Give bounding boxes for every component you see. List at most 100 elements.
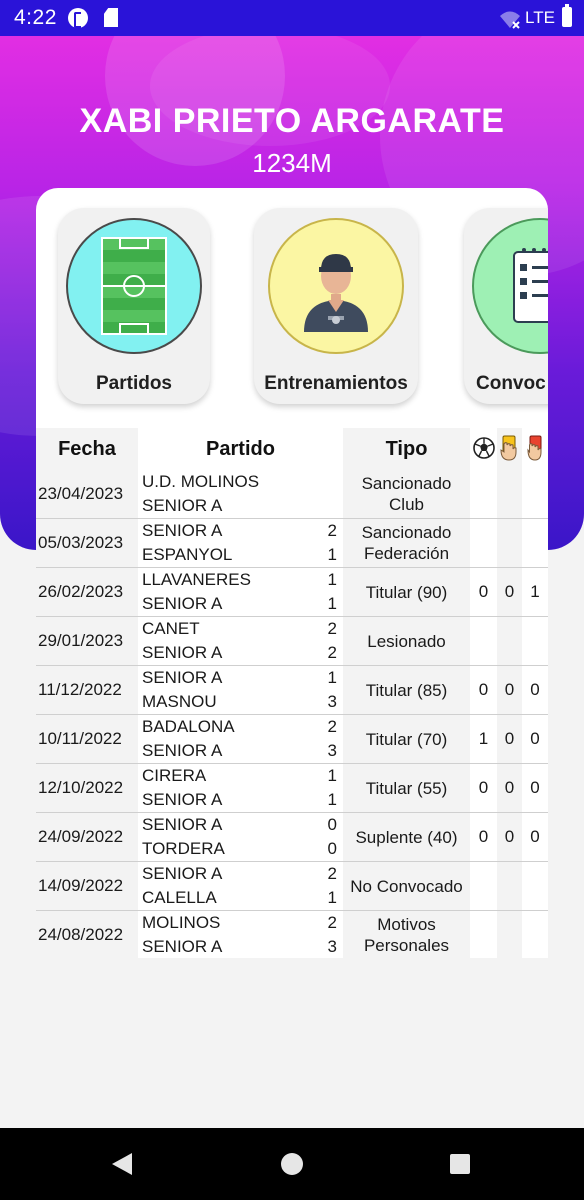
cell-partido: BADALONA SENIOR A 2 3 — [138, 715, 343, 763]
table-header: Fecha Partido Tipo — [36, 428, 548, 470]
cell-fecha: 26/02/2023 — [36, 568, 138, 616]
back-icon[interactable] — [112, 1153, 132, 1175]
menu-convocatorias-button[interactable]: Convoc — [464, 208, 548, 404]
table-row[interactable]: 24/09/2022 SENIOR A TORDERA 0 0 Suplente (40)… — [36, 813, 548, 862]
cell-fecha: 24/09/2022 — [36, 813, 138, 861]
menu-entrenamientos-label: Entrenamientos — [264, 373, 408, 394]
cell-goles: 1 — [470, 715, 497, 763]
cell-partido: SENIOR A CALELLA 2 1 — [138, 862, 343, 910]
away-score: 3 — [327, 937, 337, 956]
soccer-ball-icon — [473, 437, 495, 459]
cell-tipo: Titular (55) — [343, 764, 470, 812]
status-bar: 4:22 LTE — [0, 0, 584, 36]
soccer-field-icon — [66, 218, 202, 354]
menu-row: Partidos Entrenamientos Convoc — [36, 188, 548, 428]
cell-goles: 0 — [470, 764, 497, 812]
home-team: SENIOR A — [142, 668, 223, 687]
away-score: 1 — [327, 545, 337, 564]
menu-partidos-button[interactable]: Partidos — [58, 208, 210, 404]
cell-goles — [470, 862, 497, 910]
table-row[interactable]: 26/02/2023 LLAVANERES SENIOR A 1 1 Titular (9… — [36, 568, 548, 617]
cell-amarillas — [497, 617, 522, 665]
cell-amarillas — [497, 519, 522, 567]
yellow-card-icon — [500, 435, 517, 461]
away-team: TORDERA — [142, 839, 225, 858]
home-team: CIRERA — [142, 766, 207, 785]
table-row[interactable]: 24/08/2022 MOLINOS SENIOR A 2 3 Motivos Perso… — [36, 911, 548, 958]
cell-tipo: Suplente (40) — [343, 813, 470, 861]
cell-partido: SENIOR A TORDERA 0 0 — [138, 813, 343, 861]
home-team: LLAVANERES — [142, 570, 251, 589]
home-team: SENIOR A — [142, 815, 223, 834]
cell-tipo: Sancionado Club — [343, 470, 470, 518]
header-goles[interactable] — [470, 428, 497, 470]
cell-partido: CIRERA SENIOR A 1 1 — [138, 764, 343, 812]
home-icon[interactable] — [281, 1153, 303, 1175]
checklist-icon — [472, 218, 548, 354]
cell-goles: 0 — [470, 666, 497, 714]
away-team: ESPANYOL — [142, 545, 233, 564]
away-team: SENIOR A — [142, 741, 223, 760]
cell-amarillas: 0 — [497, 666, 522, 714]
recent-apps-icon[interactable] — [450, 1154, 470, 1174]
table-row[interactable]: 10/11/2022 BADALONA SENIOR A 2 3 Titular (70)… — [36, 715, 548, 764]
away-team: SENIOR A — [142, 643, 223, 662]
matches-table: Fecha Partido Tipo 23/04/2023 U.D. MOLIN… — [36, 428, 548, 958]
cell-rojas — [522, 470, 548, 518]
home-team: BADALONA — [142, 717, 235, 736]
header-rojas[interactable] — [522, 428, 548, 470]
player-name: XABI PRIETO ARGARATE — [79, 102, 505, 140]
cell-fecha: 24/08/2022 — [36, 911, 138, 958]
away-team: CALELLA — [142, 888, 217, 907]
away-score: 2 — [327, 643, 337, 662]
table-body: 23/04/2023 U.D. MOLINOS SENIOR A Sancionado… — [36, 470, 548, 958]
cell-fecha: 12/10/2022 — [36, 764, 138, 812]
away-score: 1 — [327, 888, 337, 907]
cell-fecha: 10/11/2022 — [36, 715, 138, 763]
away-score: 0 — [327, 839, 337, 858]
cell-rojas: 1 — [522, 568, 548, 616]
cell-tipo: Sancionado Federación — [343, 519, 470, 567]
cell-tipo: Lesionado — [343, 617, 470, 665]
cell-partido: SENIOR A ESPANYOL 2 1 — [138, 519, 343, 567]
home-score: 2 — [327, 913, 337, 932]
table-row[interactable]: 11/12/2022 SENIOR A MASNOU 1 3 Titular (85) 0 0… — [36, 666, 548, 715]
home-score: 0 — [327, 815, 337, 834]
cell-goles: 0 — [470, 813, 497, 861]
table-row[interactable]: 05/03/2023 SENIOR A ESPANYOL 2 1 Sancionado F… — [36, 519, 548, 568]
cell-amarillas: 0 — [497, 715, 522, 763]
cell-amarillas: 0 — [497, 764, 522, 812]
header-partido[interactable]: Partido — [138, 428, 343, 470]
status-time: 4:22 — [14, 6, 57, 29]
header-tipo[interactable]: Tipo — [343, 428, 470, 470]
table-row[interactable]: 14/09/2022 SENIOR A CALELLA 2 1 No Convocado — [36, 862, 548, 911]
away-team: SENIOR A — [142, 594, 223, 613]
cell-rojas: 0 — [522, 813, 548, 861]
away-score: 3 — [327, 692, 337, 711]
cell-partido: SENIOR A MASNOU 1 3 — [138, 666, 343, 714]
table-row[interactable]: 29/01/2023 CANET SENIOR A 2 2 Lesionado — [36, 617, 548, 666]
cell-goles — [470, 617, 497, 665]
cell-rojas — [522, 519, 548, 567]
home-team: MOLINOS — [142, 913, 221, 932]
cell-amarillas: 0 — [497, 568, 522, 616]
table-row[interactable]: 12/10/2022 CIRERA SENIOR A 1 1 Titular (55) 0 0… — [36, 764, 548, 813]
home-team: SENIOR A — [142, 521, 223, 540]
cell-amarillas: 0 — [497, 813, 522, 861]
app-notification-icon — [68, 8, 88, 28]
header-fecha[interactable]: Fecha — [36, 428, 138, 470]
cell-amarillas — [497, 911, 522, 958]
table-row[interactable]: 23/04/2023 U.D. MOLINOS SENIOR A Sancionado… — [36, 470, 548, 519]
menu-entrenamientos-button[interactable]: Entrenamientos — [254, 208, 418, 404]
home-score: 2 — [327, 717, 337, 736]
player-id: 1234M — [252, 148, 332, 178]
menu-partidos-label: Partidos — [95, 373, 173, 394]
header-amarillas[interactable] — [497, 428, 522, 470]
cell-partido: U.D. MOLINOS SENIOR A — [138, 470, 343, 518]
away-score: 1 — [327, 594, 337, 613]
home-score: 2 — [327, 864, 337, 883]
home-score: 2 — [327, 521, 337, 540]
cell-goles: 0 — [470, 568, 497, 616]
away-team: SENIOR A — [142, 496, 223, 515]
home-score: 2 — [327, 619, 337, 638]
